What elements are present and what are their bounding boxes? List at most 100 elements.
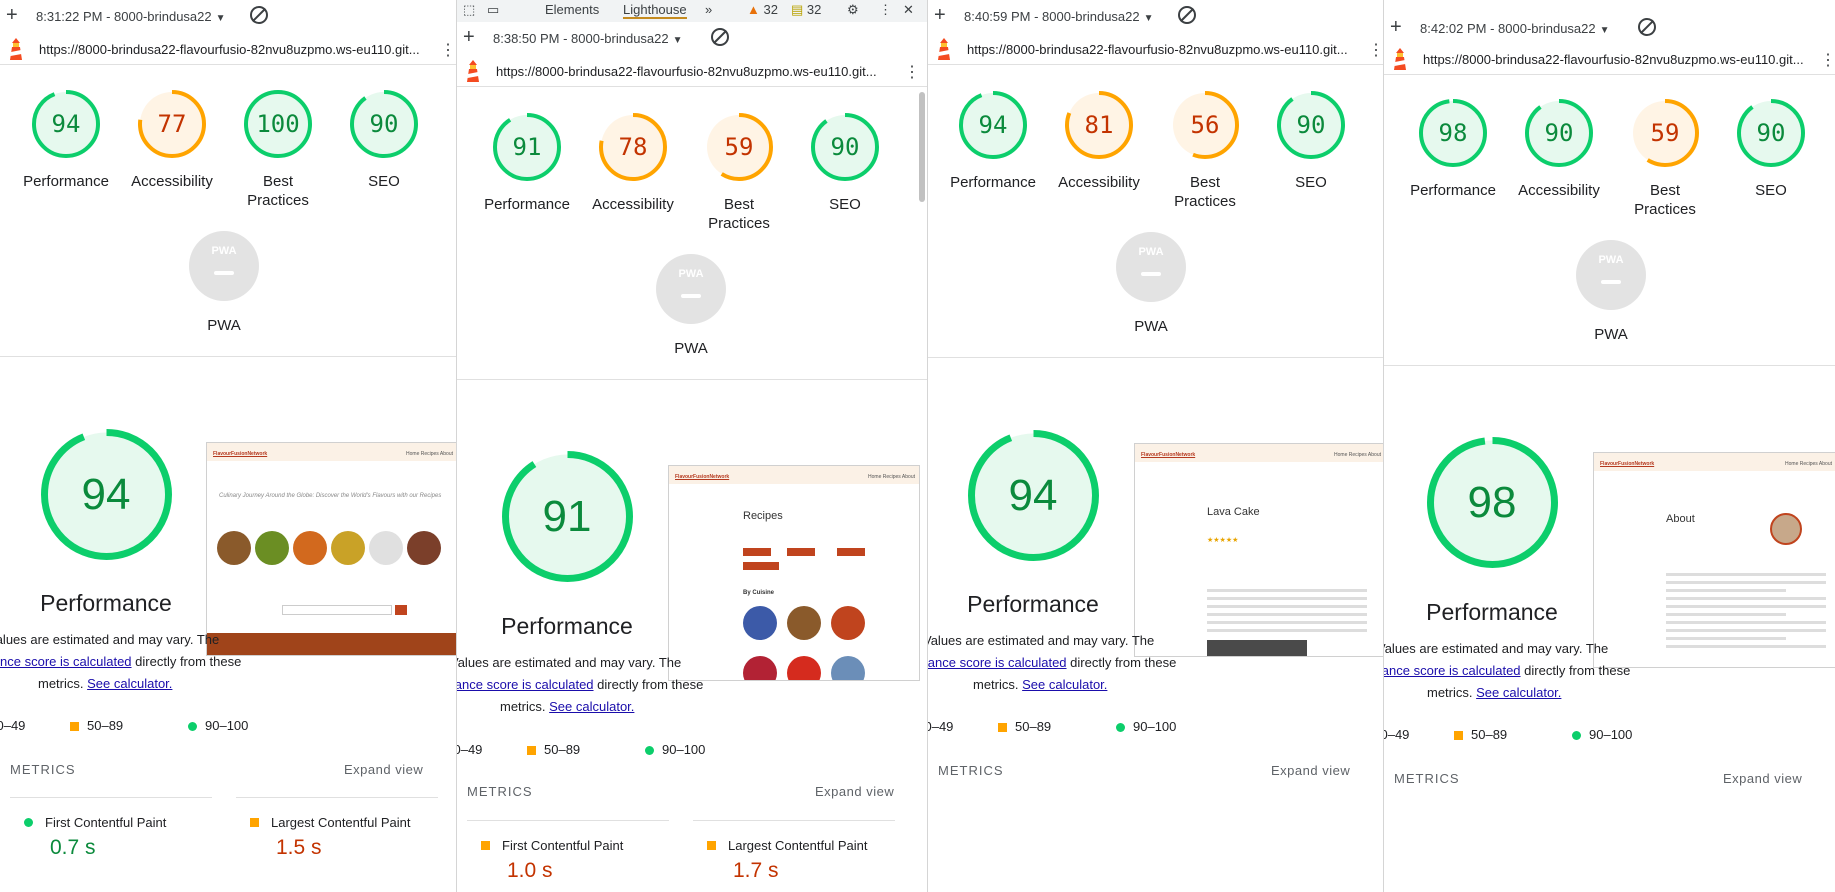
expand-view-toggle[interactable]: Expand view [344, 762, 423, 777]
score-gauge-accessibility[interactable]: 78 [597, 111, 669, 183]
see-calculator-link[interactable]: See calculator. [87, 676, 172, 691]
score-value: 90 [1296, 111, 1326, 139]
report-url[interactable]: https://8000-brindusa22-flavourfusio-82n… [39, 42, 425, 57]
clear-reports-icon[interactable] [250, 6, 268, 24]
score-label[interactable]: Performance [472, 195, 582, 214]
new-report-plus-icon[interactable]: + [1390, 16, 1402, 39]
performance-big-score: 91 [542, 491, 592, 541]
devtools-menu-icon[interactable]: ⋮ [879, 2, 892, 18]
score-gauge-performance[interactable]: 94 [30, 88, 102, 160]
score-gauge-performance[interactable]: 94 [957, 89, 1029, 161]
note-text: directly from these [1070, 655, 1177, 670]
url-bar: https://8000-brindusa22-flavourfusio-82n… [1384, 44, 1835, 75]
url-menu-icon[interactable]: ⋮ [440, 40, 456, 60]
new-report-plus-icon[interactable]: + [463, 26, 475, 49]
score-label[interactable]: Accessibility [1044, 173, 1154, 192]
score-gauge-seo[interactable]: 90 [1735, 97, 1807, 169]
score-label[interactable]: Best Practices [1165, 173, 1245, 211]
score-label[interactable]: Best Practices [1625, 181, 1705, 219]
score-label[interactable]: Performance [938, 173, 1048, 192]
expand-view-toggle[interactable]: Expand view [1723, 771, 1802, 786]
url-menu-icon[interactable]: ⋮ [904, 62, 920, 82]
score-gauge-performance[interactable]: 98 [1417, 97, 1489, 169]
report-selector[interactable]: 8:42:02 PM - 8000-brindusa22 ▼ [1420, 21, 1610, 36]
pwa-badge[interactable]: PWA [1576, 240, 1646, 310]
clear-reports-icon[interactable] [1638, 18, 1656, 36]
clear-reports-icon[interactable] [1178, 6, 1196, 24]
score-gauge-accessibility[interactable]: 77 [136, 88, 208, 160]
vertical-scrollbar[interactable] [919, 92, 925, 202]
lighthouse-logo-icon [1392, 48, 1406, 70]
see-calculator-link[interactable]: See calculator. [1022, 677, 1107, 692]
expand-view-toggle[interactable]: Expand view [1271, 763, 1350, 778]
legend-average-label: 50–89 [1015, 719, 1052, 734]
pwa-badge[interactable]: PWA [1116, 232, 1186, 302]
see-calculator-link[interactable]: See calculator. [549, 699, 634, 714]
inspect-element-icon[interactable]: ⬚ [463, 2, 475, 18]
report-url[interactable]: https://8000-brindusa22-flavourfusio-82n… [496, 64, 896, 79]
more-tabs-icon[interactable]: » [705, 2, 712, 17]
score-label[interactable]: Accessibility [578, 195, 688, 214]
score-gauge-seo[interactable]: 90 [809, 111, 881, 183]
metric-divider [236, 797, 438, 798]
score-label[interactable]: Best Practices [699, 195, 779, 233]
score-label[interactable]: Accessibility [1504, 181, 1614, 200]
score-label[interactable]: SEO [790, 195, 900, 214]
lighthouse-shape [1394, 48, 1406, 70]
pwa-badge[interactable]: PWA [189, 231, 259, 301]
score-gauge-accessibility[interactable]: 90 [1523, 97, 1595, 169]
new-report-plus-icon[interactable]: + [934, 4, 946, 27]
report-url[interactable]: https://8000-brindusa22-flavourfusio-82n… [1423, 52, 1804, 67]
lighthouse-logo-icon [465, 60, 479, 82]
expand-view-toggle[interactable]: Expand view [815, 784, 894, 799]
report-panel-2: ⬚ ▭ Elements Lighthouse » ▲ 32 ▤ 32 ⚙ ⋮ ✕ +8:38:50… [457, 0, 928, 892]
score-label[interactable]: Accessibility [117, 172, 227, 191]
url-menu-icon[interactable]: ⋮ [1368, 40, 1383, 60]
note-text: Values are estimated and may vary. The [0, 632, 220, 647]
pwa-badge[interactable]: PWA [656, 254, 726, 324]
note-text: Values are estimated and may vary. The [457, 655, 682, 670]
messages-badge[interactable]: ▤ 32 [791, 2, 821, 18]
url-menu-icon[interactable]: ⋮ [1820, 50, 1835, 70]
settings-gear-icon[interactable]: ⚙ [847, 2, 859, 18]
report-selector[interactable]: 8:31:22 PM - 8000-brindusa22 ▼ [36, 9, 226, 24]
score-gauge-best-practices[interactable]: 59 [703, 111, 775, 183]
note-text: metrics. [973, 677, 1019, 692]
performance-big-score: 98 [1467, 477, 1517, 527]
score-label[interactable]: Performance [11, 172, 121, 191]
warnings-badge[interactable]: ▲ 32 [747, 2, 778, 17]
score-label[interactable]: SEO [1716, 181, 1826, 200]
score-gauge-accessibility[interactable]: 81 [1063, 89, 1135, 161]
score-calculated-link[interactable]: performance score is calculated [0, 654, 132, 669]
thumbnail-nav: Home Recipes About [1334, 452, 1381, 458]
score-gauge-best-practices[interactable]: 56 [1169, 89, 1241, 161]
score-gauge-performance[interactable]: 91 [491, 111, 563, 183]
report-selector[interactable]: 8:40:59 PM - 8000-brindusa22 ▼ [964, 9, 1154, 24]
thumbnail-text-line [1207, 597, 1367, 600]
new-report-plus-icon[interactable]: + [6, 4, 18, 27]
see-calculator-link[interactable]: See calculator. [1476, 685, 1561, 700]
score-label[interactable]: Best Practices [238, 172, 318, 210]
score-gauge-seo[interactable]: 90 [1275, 89, 1347, 161]
score-label[interactable]: SEO [329, 172, 439, 191]
close-devtools-icon[interactable]: ✕ [903, 2, 914, 18]
report-selector[interactable]: 8:38:50 PM - 8000-brindusa22 ▼ [493, 31, 683, 46]
report-url[interactable]: https://8000-brindusa22-flavourfusio-82n… [967, 42, 1352, 57]
tab-elements[interactable]: Elements [545, 2, 599, 17]
score-calculated-link[interactable]: performance score is calculated [457, 677, 594, 692]
clear-reports-icon[interactable] [711, 28, 729, 46]
report-panel-3: +8:40:59 PM - 8000-brindusa22 ▼ https://80… [928, 0, 1384, 892]
score-label[interactable]: SEO [1256, 173, 1366, 192]
score-gauge-best-practices[interactable]: 100 [242, 88, 314, 160]
note-text: metrics. [38, 676, 84, 691]
score-value: 59 [1650, 119, 1680, 147]
score-label[interactable]: Performance [1398, 181, 1508, 200]
section-divider [0, 356, 456, 357]
thumbnail-category-image [407, 531, 441, 565]
score-calculated-link[interactable]: performance score is calculated [928, 655, 1067, 670]
tab-lighthouse[interactable]: Lighthouse [623, 2, 687, 19]
score-calculated-link[interactable]: performance score is calculated [1384, 663, 1521, 678]
score-gauge-best-practices[interactable]: 59 [1629, 97, 1701, 169]
device-toolbar-icon[interactable]: ▭ [487, 2, 499, 18]
score-gauge-seo[interactable]: 90 [348, 88, 420, 160]
